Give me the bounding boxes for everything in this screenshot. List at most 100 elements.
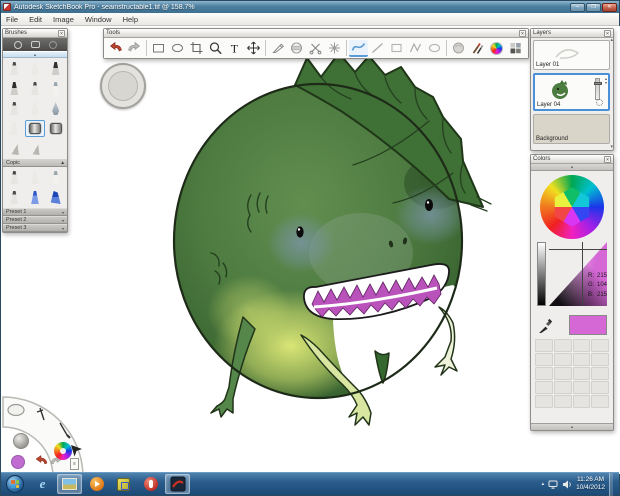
taskbar-clock[interactable]: 11:26 AM 10/4/2012: [576, 476, 605, 492]
close-button[interactable]: ✕: [602, 3, 617, 12]
lagoon-color-swatch[interactable]: [11, 455, 25, 469]
rectangle-tool[interactable]: [387, 40, 406, 57]
rect-select-tool[interactable]: [149, 40, 168, 57]
copic-brush-5[interactable]: [25, 189, 46, 206]
colors-collapse-bar[interactable]: ▴: [531, 164, 613, 171]
swatch-cell[interactable]: [554, 353, 572, 366]
brush-extra-icon[interactable]: [49, 41, 57, 49]
puck-toggle[interactable]: [449, 40, 468, 57]
current-color-swatch[interactable]: [569, 315, 607, 335]
brushes-collapse-bar[interactable]: ▴: [3, 51, 67, 58]
swatch-cell[interactable]: [554, 395, 572, 408]
brush-eraser[interactable]: [4, 140, 25, 157]
layer-opacity-slider[interactable]: [595, 78, 600, 100]
brush-pencil[interactable]: [4, 60, 25, 77]
swatch-cell[interactable]: [573, 381, 591, 394]
start-button[interactable]: [6, 475, 24, 493]
brush-roller[interactable]: [45, 120, 66, 137]
menu-window[interactable]: Window: [85, 15, 112, 24]
zoom-tool[interactable]: [206, 40, 225, 57]
swatch-cell[interactable]: [554, 367, 572, 380]
undo-button[interactable]: [106, 40, 125, 57]
copic-brush-2[interactable]: [25, 169, 46, 186]
swatch-cell[interactable]: [554, 339, 572, 352]
copic-brush-4[interactable]: [4, 189, 25, 206]
title-bar[interactable]: Autodesk SketchBook Pro - seainstructabl…: [1, 1, 619, 13]
cut-tool[interactable]: [306, 40, 325, 57]
taskbar-pictures[interactable]: [57, 474, 82, 494]
brush-round[interactable]: [25, 80, 46, 97]
symmetry-tool[interactable]: [287, 40, 306, 57]
curve-tool-selected[interactable]: [349, 40, 368, 57]
colors-bottom-collapse-bar[interactable]: ▴: [531, 423, 613, 430]
brush-eraser-soft[interactable]: [25, 140, 46, 157]
hue-color-wheel[interactable]: [540, 175, 604, 239]
preset-3-bar[interactable]: Preset 3 ▾: [3, 224, 67, 232]
copic-brush-6[interactable]: [45, 189, 66, 206]
brush-marker[interactable]: [45, 60, 66, 77]
layer-row-background[interactable]: Background: [533, 114, 610, 144]
polyline-tool[interactable]: [406, 40, 425, 57]
swatch-cell[interactable]: [573, 395, 591, 408]
taskbar-media-player[interactable]: [84, 474, 109, 494]
text-tool[interactable]: T: [225, 40, 244, 57]
color-wheel-toggle[interactable]: [487, 40, 506, 57]
swatch-cell[interactable]: [535, 367, 553, 380]
brush-library-icon[interactable]: [31, 41, 40, 48]
move-tool[interactable]: [244, 40, 263, 57]
redo-button[interactable]: [125, 40, 144, 57]
copic-brush-1[interactable]: [4, 169, 25, 186]
swatch-cell[interactable]: [535, 381, 553, 394]
brush-mode-icon[interactable]: [14, 41, 22, 49]
brushes-close-icon[interactable]: ✕: [58, 30, 65, 37]
brush-puck-dial[interactable]: [108, 71, 138, 101]
lagoon-handle[interactable]: ≡: [70, 458, 79, 470]
brush-water-drop[interactable]: [45, 100, 66, 117]
swatch-cell[interactable]: [535, 353, 553, 366]
restore-button[interactable]: ❐: [586, 3, 601, 12]
lagoon-sphere-icon[interactable]: [13, 433, 29, 449]
taskbar-ie[interactable]: e: [30, 474, 55, 494]
snowflake-tool[interactable]: [325, 40, 344, 57]
taskbar-sketchbook[interactable]: [165, 474, 190, 494]
menu-file[interactable]: File: [6, 15, 18, 24]
lasso-select-tool[interactable]: [168, 40, 187, 57]
layer-row-layer04-selected[interactable]: ▴▾ Layer 04: [533, 73, 610, 111]
brush-puck[interactable]: [100, 63, 146, 109]
grayscale-bar[interactable]: [537, 242, 546, 306]
brush-ink[interactable]: [4, 100, 25, 117]
eyedropper-icon[interactable]: [537, 317, 554, 334]
swatch-cell[interactable]: [535, 395, 553, 408]
swatch-cell[interactable]: [573, 367, 591, 380]
tray-expand-icon[interactable]: ▴: [542, 481, 545, 487]
swatch-cell[interactable]: [591, 367, 609, 380]
layers-scroll-down[interactable]: ▾: [610, 145, 613, 150]
menu-image[interactable]: Image: [53, 15, 74, 24]
network-icon[interactable]: [548, 480, 558, 489]
taskbar-app-red[interactable]: [138, 474, 163, 494]
minimize-button[interactable]: –: [570, 3, 585, 12]
brush-airbrush[interactable]: [25, 60, 46, 77]
layers-scroll-up[interactable]: ▴: [610, 38, 613, 43]
menu-edit[interactable]: Edit: [29, 15, 42, 24]
copic-section-bar[interactable]: Copic ▴: [3, 159, 67, 167]
swatch-cell[interactable]: [591, 381, 609, 394]
brush-flat[interactable]: [4, 80, 25, 97]
swatch-cell[interactable]: [591, 339, 609, 352]
speaker-icon[interactable]: [562, 480, 572, 489]
brush-selected-flood[interactable]: [25, 120, 46, 137]
ellipse-tool[interactable]: [425, 40, 444, 57]
swatch-cell[interactable]: [573, 353, 591, 366]
copic-brush-3[interactable]: [45, 169, 66, 186]
swatch-cell[interactable]: [591, 353, 609, 366]
line-tool[interactable]: [368, 40, 387, 57]
layer-row-layer01[interactable]: Layer 01: [533, 40, 610, 70]
brush-pen[interactable]: [45, 80, 66, 97]
layer-order-arrows[interactable]: ▴▾: [605, 77, 607, 85]
brush-spray[interactable]: [25, 100, 46, 117]
swatch-cell[interactable]: [554, 381, 572, 394]
swatch-cell[interactable]: [591, 395, 609, 408]
swatch-panel-toggle[interactable]: [506, 40, 525, 57]
brushes-toggle[interactable]: [468, 40, 487, 57]
preset-1-bar[interactable]: Preset 1 ▾: [3, 208, 67, 216]
